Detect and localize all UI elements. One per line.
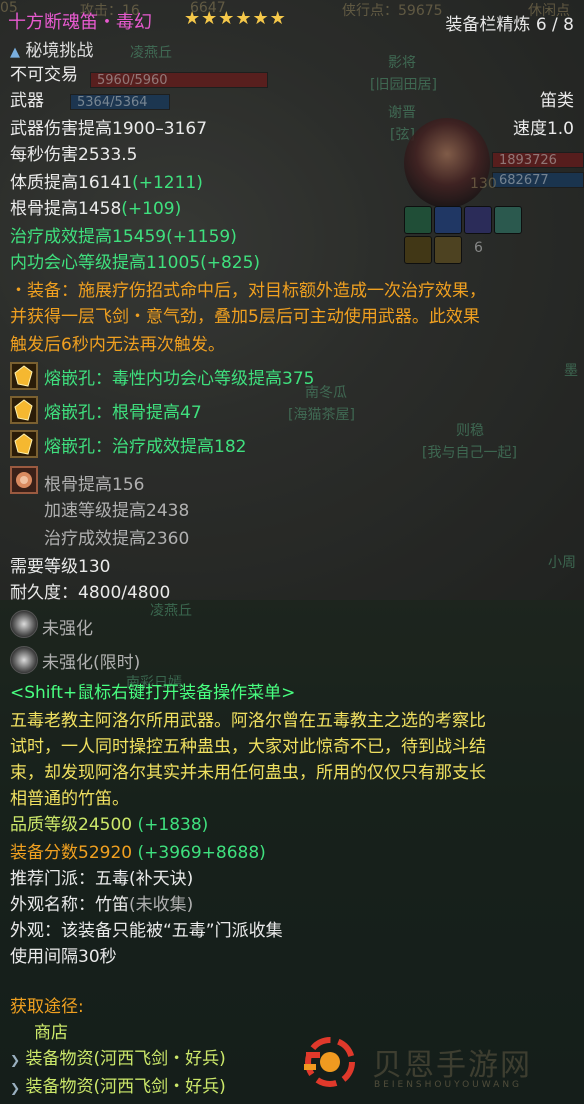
weapon-damage: 武器伤害提高1900–3167 bbox=[10, 119, 208, 139]
durability: 耐久度：4800/4800 bbox=[10, 583, 171, 603]
item-name: 十方断魂笛・毒幻 bbox=[8, 12, 152, 33]
appearance-name: 外观名称：竹笛 bbox=[10, 895, 129, 915]
strengthen-status: 未强化 bbox=[42, 619, 93, 639]
source-tag-row: ▲ 秘境挑战 bbox=[10, 40, 93, 64]
item-slot: 武器 bbox=[10, 91, 44, 111]
attr-base: 体质提高16141 bbox=[10, 173, 133, 193]
effect-line: 并获得一层飞剑・意气劲，叠加5层后可主动使用武器。此效果 bbox=[10, 307, 480, 327]
appearance-status: (未收集) bbox=[129, 895, 194, 915]
dungeon-icon: ▲ bbox=[10, 45, 20, 60]
acquire-source-label: 装备物资(河西飞剑・好兵) bbox=[25, 1077, 226, 1097]
acquire-source[interactable]: ❯ 装备物资(河西飞剑・好兵) bbox=[10, 1048, 226, 1071]
gem-socket: 熔嵌孔：根骨提高47 bbox=[44, 403, 202, 423]
appearance-note: 外观：该装备只能被“五毒”门派收集 bbox=[10, 921, 283, 941]
score-bonus: (+3969+8688) bbox=[137, 843, 266, 863]
equipment-score: 装备分数52920 (+3969+8688) bbox=[10, 842, 266, 864]
strengthen-status: 未强化(限时) bbox=[42, 653, 141, 673]
attr-bonus: (+1211) bbox=[132, 173, 203, 193]
recommended-school: 推荐门派：五毒(补天诀) bbox=[10, 869, 194, 889]
acquire-source[interactable]: ❯ 装备物资(河西飞剑・好兵) bbox=[10, 1076, 226, 1099]
trade-status: 不可交易 bbox=[10, 65, 78, 85]
item-stars: ★★★★★★ bbox=[184, 8, 287, 29]
attr-base: 治疗成效提高15459 bbox=[10, 227, 167, 247]
watermark-subtext: BEIENSHOUYOUWANG bbox=[374, 1080, 523, 1090]
lore-line: 相普通的竹笛。 bbox=[10, 789, 129, 809]
gem-icon bbox=[10, 396, 38, 424]
arrow-right-icon: ❯ bbox=[10, 1081, 21, 1095]
attr-base: 根骨提高1458 bbox=[10, 199, 122, 219]
lore-line: 束，却发现阿洛尔其实并未用任何蛊虫，所用的仅仅只有那支长 bbox=[10, 763, 486, 783]
effect-line: 触发后6秒内无法再次触发。 bbox=[10, 335, 225, 355]
item-tooltip: 十方断魂笛・毒幻 ★★★★★★ 装备栏精炼 6 / 8 ▲ 秘境挑战 不可交易 … bbox=[0, 0, 584, 1104]
weapon-dps: 每秒伤害2533.5 bbox=[10, 145, 138, 165]
refine-level: 装备栏精炼 6 / 8 bbox=[445, 15, 574, 35]
acquire-source[interactable]: 商店 bbox=[34, 1022, 68, 1044]
attr-bonus: (+109) bbox=[121, 199, 182, 219]
lore-line: 试时，一人同时操控五种蛊虫，大家对此惊奇不已，待到战斗结 bbox=[10, 737, 486, 757]
acquire-source-label: 装备物资(河西飞剑・好兵) bbox=[25, 1049, 226, 1069]
enchant-sub: 治疗成效提高2360 bbox=[44, 529, 190, 549]
enchant-sub: 加速等级提高2438 bbox=[44, 501, 190, 521]
level-requirement: 需要等级130 bbox=[10, 557, 111, 577]
gem-socket: 熔嵌孔：治疗成效提高182 bbox=[44, 437, 247, 457]
operation-hint: <Shift+鼠标右键打开装备操作菜单> bbox=[10, 683, 296, 703]
item-type: 笛类 bbox=[540, 91, 574, 111]
score-base: 装备分数52920 bbox=[10, 843, 133, 863]
attr-row: 体质提高16141(+1211) bbox=[10, 172, 203, 194]
gem-icon bbox=[10, 362, 38, 390]
source-tag: 秘境挑战 bbox=[25, 41, 94, 61]
attr-bonus: (+825) bbox=[200, 253, 261, 273]
quality-base: 品质等级24500 bbox=[10, 815, 133, 835]
quality-bonus: (+1838) bbox=[137, 815, 209, 835]
gem-icon bbox=[10, 430, 38, 458]
watermark-logo-icon bbox=[304, 1037, 355, 1087]
gem-socket: 熔嵌孔：毒性内功会心等级提高375 bbox=[44, 369, 315, 389]
arrow-right-icon: ❯ bbox=[10, 1053, 21, 1067]
enchant-icon bbox=[10, 466, 38, 494]
use-cooldown: 使用间隔30秒 bbox=[10, 947, 117, 967]
weapon-speed: 速度1.0 bbox=[512, 119, 574, 139]
enchant-main: 根骨提高156 bbox=[44, 475, 145, 495]
watermark-text: 贝恩手游网 bbox=[372, 1048, 532, 1083]
attr-base: 内功会心等级提高11005 bbox=[10, 253, 201, 273]
acquire-title: 获取途径: bbox=[10, 997, 84, 1017]
lore-line: 五毒老教主阿洛尔所用武器。阿洛尔曾在五毒教主之选的考察比 bbox=[10, 711, 486, 731]
attr-row: 内功会心等级提高11005(+825) bbox=[10, 252, 260, 274]
quality-level: 品质等级24500 (+1838) bbox=[10, 814, 208, 836]
attr-bonus: (+1159) bbox=[166, 227, 237, 247]
strengthen-slot-icon bbox=[10, 610, 38, 638]
effect-line: ・装备：施展疗伤招式命中后，对目标额外造成一次治疗效果， bbox=[10, 281, 486, 301]
appearance-row: 外观名称：竹笛(未收集) bbox=[10, 894, 193, 916]
attr-row: 治疗成效提高15459(+1159) bbox=[10, 226, 237, 248]
attr-row: 根骨提高1458(+109) bbox=[10, 198, 181, 220]
strengthen-slot-icon bbox=[10, 646, 38, 674]
